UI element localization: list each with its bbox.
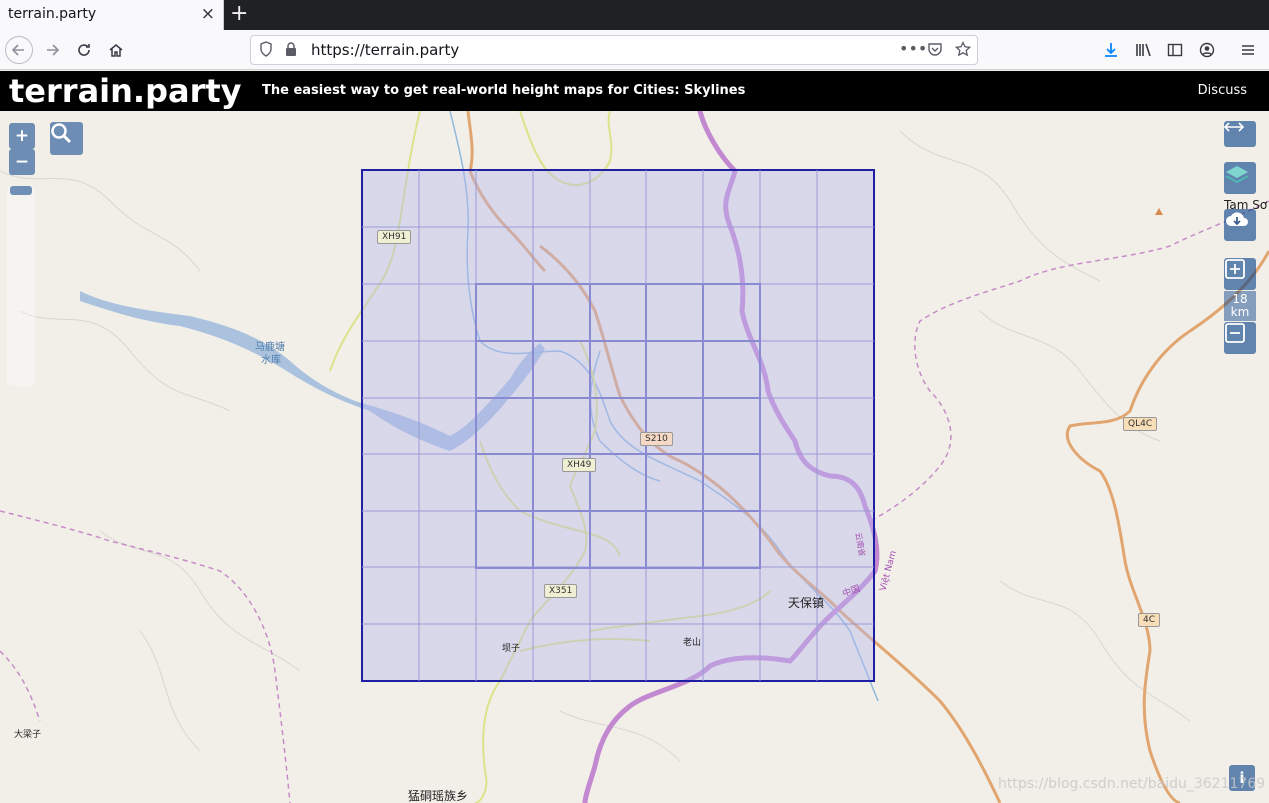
url-bar[interactable]: https://terrain.party ••• xyxy=(250,35,978,65)
home-icon xyxy=(109,44,123,57)
road-shield-xh49: XH49 xyxy=(562,458,597,472)
reload-button[interactable] xyxy=(70,36,98,64)
search-button[interactable] xyxy=(50,122,83,155)
plus-square-icon xyxy=(1225,259,1245,279)
reload-icon xyxy=(78,44,90,56)
search-icon xyxy=(51,123,72,144)
layers-button[interactable] xyxy=(1224,162,1256,194)
zoom-in-button[interactable]: + xyxy=(9,123,35,149)
tab-close-icon[interactable]: × xyxy=(201,4,215,24)
hamburger-menu-icon xyxy=(1242,45,1254,55)
sidebar-icon xyxy=(1167,43,1183,57)
download-heightmap-button[interactable] xyxy=(1224,209,1256,241)
cloud-download-icon xyxy=(1226,212,1248,226)
layers-icon xyxy=(1225,166,1249,184)
map-canvas[interactable]: 马鹿塘 水库 天保镇 老山 坝子 大梁子 猛硐瑶族乡 Tam Sơ 中国 Việ… xyxy=(0,111,1269,803)
browser-tab[interactable]: terrain.party × xyxy=(0,0,224,30)
arrow-right-icon xyxy=(47,44,60,56)
laoshan-label: 老山 xyxy=(683,638,702,648)
map-base-layer xyxy=(0,111,1269,803)
box-size-unit: km xyxy=(1230,305,1250,319)
expand-box-button[interactable] xyxy=(1224,258,1256,290)
town-label: 天保镇 xyxy=(788,596,825,610)
township-label: 猛硐瑶族乡 xyxy=(408,789,469,803)
more-actions-icon[interactable]: ••• xyxy=(899,39,927,58)
downloads-button[interactable] xyxy=(1097,36,1125,64)
site-title[interactable]: terrain.party xyxy=(9,72,242,110)
resize-horizontal-button[interactable] xyxy=(1224,121,1256,147)
peak-marker xyxy=(1155,208,1163,215)
account-icon xyxy=(1199,42,1215,58)
double-arrow-icon xyxy=(1224,122,1244,132)
box-size-readout: 18 km xyxy=(1224,291,1256,321)
road-shield-s210: S210 xyxy=(640,432,673,446)
minus-square-icon xyxy=(1225,323,1245,343)
daliangzi-label: 大梁子 xyxy=(14,730,42,740)
shrink-box-button[interactable] xyxy=(1224,322,1256,354)
tab-title: terrain.party xyxy=(8,6,97,22)
lock-icon[interactable] xyxy=(285,41,297,61)
road-shield-4c: 4C xyxy=(1138,613,1161,627)
library-icon xyxy=(1136,43,1151,57)
shield-icon[interactable] xyxy=(259,41,273,61)
site-header: terrain.party The easiest way to get rea… xyxy=(0,71,1269,111)
road-shield-xh91: XH91 xyxy=(377,230,412,244)
account-button[interactable] xyxy=(1193,36,1221,64)
reservoir-label-2: 水库 xyxy=(261,355,281,366)
bazi-label: 坝子 xyxy=(502,644,521,654)
pocket-icon[interactable] xyxy=(927,41,943,61)
bookmark-star-icon[interactable] xyxy=(954,40,972,61)
road-shield-ql4c: QL4C xyxy=(1123,417,1158,431)
browser-tab-strip: terrain.party × + xyxy=(0,0,1269,30)
zoom-out-button[interactable]: − xyxy=(9,149,35,175)
menu-button[interactable] xyxy=(1234,36,1262,64)
download-icon xyxy=(1105,43,1117,57)
browser-navbar: https://terrain.party ••• xyxy=(0,30,1269,70)
new-tab-button[interactable]: + xyxy=(230,1,248,26)
road-shield-x351: X351 xyxy=(544,584,578,598)
zoom-slider-track[interactable] xyxy=(7,186,35,386)
library-button[interactable] xyxy=(1130,36,1158,64)
zoom-slider-thumb[interactable] xyxy=(10,186,32,195)
sidebar-button[interactable] xyxy=(1161,36,1189,64)
back-button[interactable] xyxy=(5,36,33,64)
site-tagline: The easiest way to get real-world height… xyxy=(262,83,746,98)
home-button[interactable] xyxy=(102,36,130,64)
forward-button[interactable] xyxy=(38,36,66,64)
url-text[interactable]: https://terrain.party xyxy=(311,41,459,59)
arrow-left-icon xyxy=(11,44,24,56)
discuss-link[interactable]: Discuss xyxy=(1198,83,1247,98)
watermark-text: https://blog.csdn.net/baidu_36211769 xyxy=(998,776,1266,792)
